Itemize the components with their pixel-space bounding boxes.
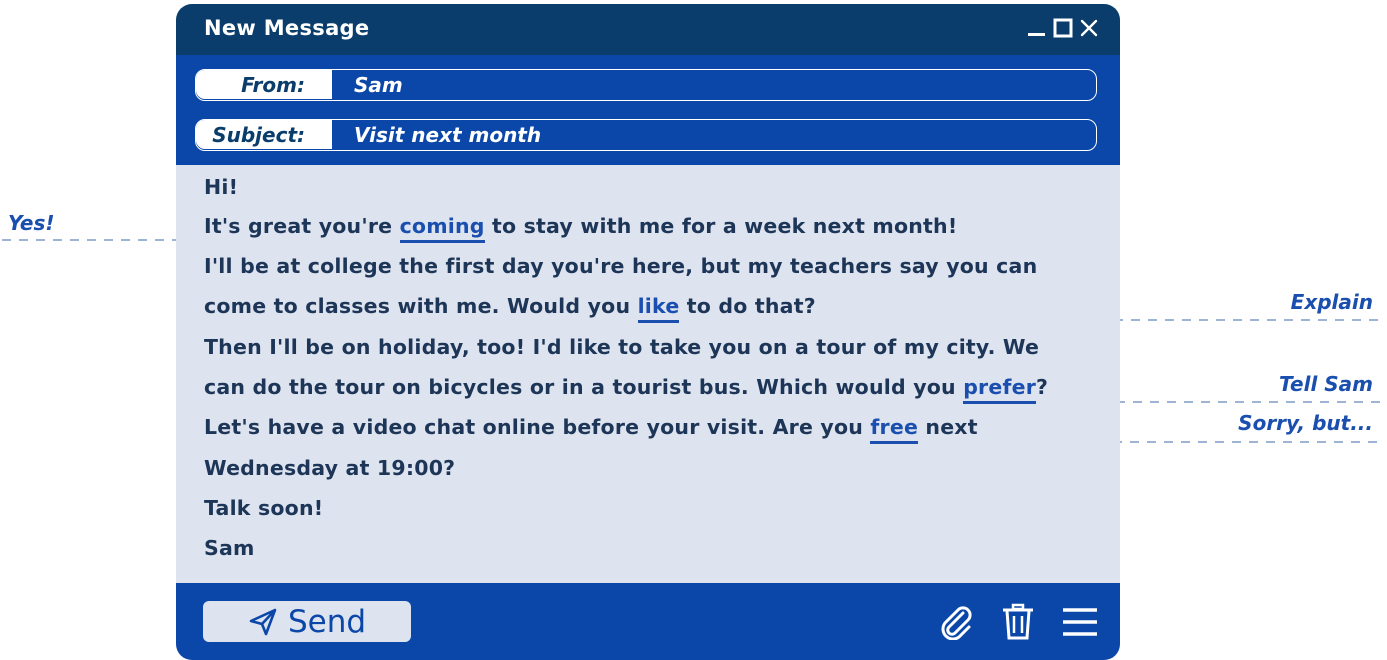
send-label: Send	[287, 603, 367, 640]
annotation-yes: Yes!	[8, 211, 55, 235]
highlight-coming: coming	[399, 214, 485, 243]
subject-value: Visit next month	[354, 122, 542, 147]
message-header: From: Sam Subject: Visit next month	[176, 55, 1120, 165]
menu-icon[interactable]	[1060, 602, 1100, 642]
window-controls	[1026, 16, 1100, 40]
body-line: Let's have a video chat online before yo…	[204, 415, 978, 444]
window-title: New Message	[204, 16, 370, 40]
close-icon[interactable]	[1078, 16, 1100, 40]
from-label: From:	[196, 70, 332, 99]
send-button[interactable]: Send	[203, 601, 411, 642]
body-line: I'll be at college the first day you're …	[204, 254, 1038, 278]
footer-toolbar: Send	[176, 583, 1120, 660]
highlight-prefer: prefer	[963, 375, 1037, 404]
body-line: Wednesday at 19:00?	[204, 456, 456, 480]
body-line: Then I'll be on holiday, too! I'd like t…	[204, 335, 1040, 359]
send-icon	[249, 608, 277, 635]
from-field[interactable]: From: Sam	[195, 69, 1097, 101]
highlight-like: like	[637, 294, 680, 323]
annotation-explain: Explain	[1290, 290, 1373, 314]
trash-icon[interactable]	[998, 602, 1038, 642]
annotation-tell-sam: Tell Sam	[1278, 372, 1373, 396]
paperclip-icon[interactable]	[936, 602, 976, 642]
body-line: Hi!	[204, 175, 239, 199]
subject-label: Subject:	[196, 120, 332, 149]
annotation-sorry: Sorry, but...	[1238, 411, 1373, 435]
body-line: Talk soon!	[204, 496, 324, 520]
title-bar: New Message	[176, 4, 1120, 55]
from-value: Sam	[354, 72, 403, 97]
subject-field[interactable]: Subject: Visit next month	[195, 119, 1097, 151]
email-window: New Message From: Sam Subject: Visit nex…	[176, 4, 1120, 660]
footer-actions	[936, 602, 1100, 642]
maximize-icon[interactable]	[1052, 16, 1074, 40]
body-line: It's great you're coming to stay with me…	[204, 214, 957, 243]
highlight-free: free	[870, 415, 919, 444]
body-line: come to classes with me. Would you like …	[204, 294, 816, 323]
body-line: Sam	[204, 536, 255, 560]
minimize-icon[interactable]	[1026, 16, 1048, 40]
body-line: can do the tour on bicycles or in a tour…	[204, 375, 1048, 404]
